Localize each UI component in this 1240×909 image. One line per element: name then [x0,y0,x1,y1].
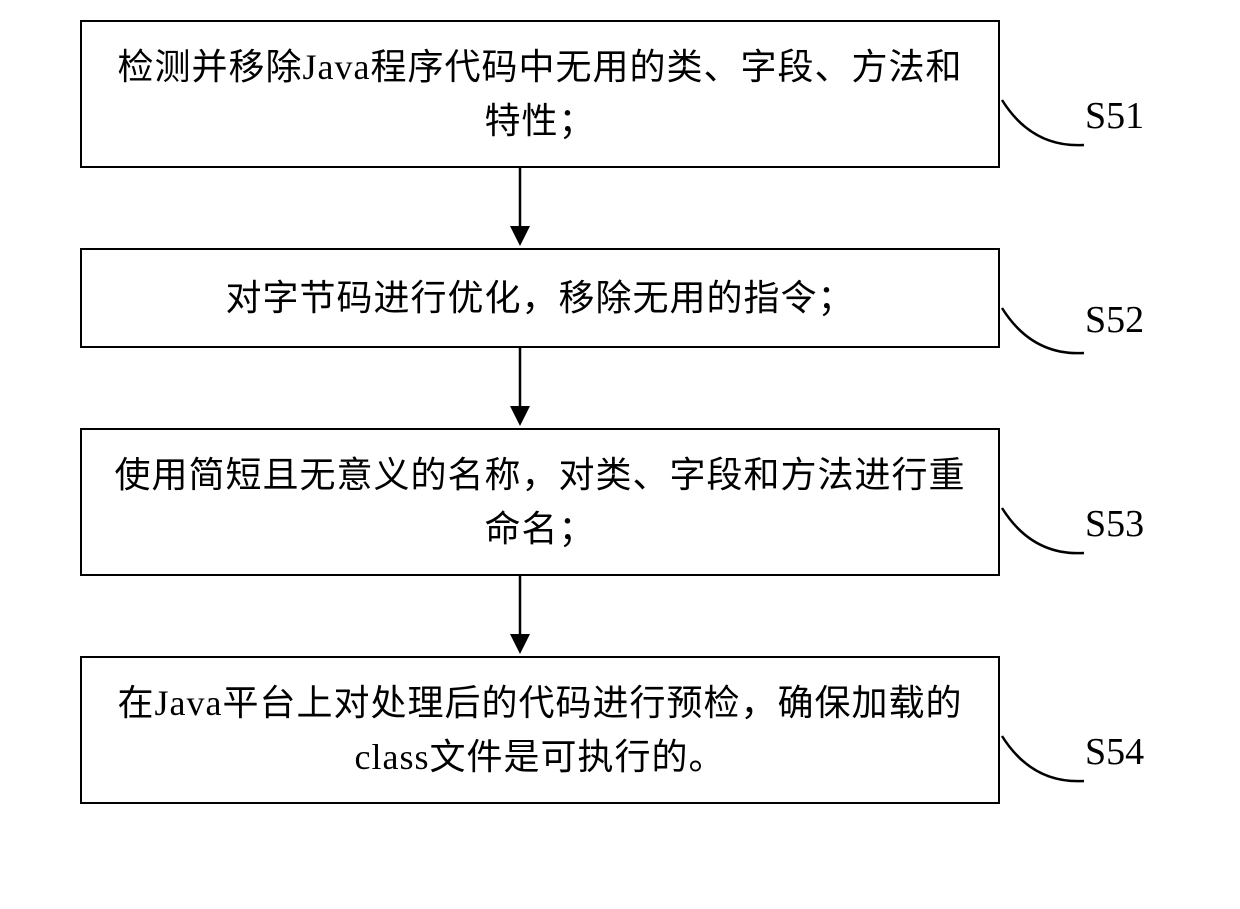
flowchart-container: 检测并移除Java程序代码中无用的类、字段、方法和特性； S51 对字节码进行优… [40,20,1200,804]
step-text-2: 对字节码进行优化，移除无用的指令； [225,271,854,325]
step-box-2: 对字节码进行优化，移除无用的指令； [80,248,1000,348]
arrow-down-icon [500,168,540,248]
step-label-2: S52 [1085,298,1144,342]
step-text-1: 检测并移除Java程序代码中无用的类、字段、方法和特性； [112,40,968,148]
arrow-down-icon [500,348,540,428]
step-row-4: 在Java平台上对处理后的代码进行预检，确保加载的class文件是可执行的。 S… [40,656,1200,804]
arrow-down-icon [500,576,540,656]
connector-curve-3 [1002,508,1087,560]
step-row-2: 对字节码进行优化，移除无用的指令； S52 [40,248,1200,348]
step-row-1: 检测并移除Java程序代码中无用的类、字段、方法和特性； S51 [40,20,1200,168]
step-text-3: 使用简短且无意义的名称，对类、字段和方法进行重命名； [112,448,968,556]
step-text-4: 在Java平台上对处理后的代码进行预检，确保加载的class文件是可执行的。 [112,676,968,784]
arrow-2 [500,348,540,428]
arrow-1 [500,168,540,248]
step-box-4: 在Java平台上对处理后的代码进行预检，确保加载的class文件是可执行的。 [80,656,1000,804]
step-box-1: 检测并移除Java程序代码中无用的类、字段、方法和特性； [80,20,1000,168]
step-box-3: 使用简短且无意义的名称，对类、字段和方法进行重命名； [80,428,1000,576]
step-label-3: S53 [1085,502,1144,546]
connector-curve-4 [1002,736,1087,788]
step-row-3: 使用简短且无意义的名称，对类、字段和方法进行重命名； S53 [40,428,1200,576]
connector-curve-1 [1002,100,1087,152]
step-label-1: S51 [1085,94,1144,138]
arrow-3 [500,576,540,656]
connector-curve-2 [1002,308,1087,360]
step-label-4: S54 [1085,730,1144,774]
